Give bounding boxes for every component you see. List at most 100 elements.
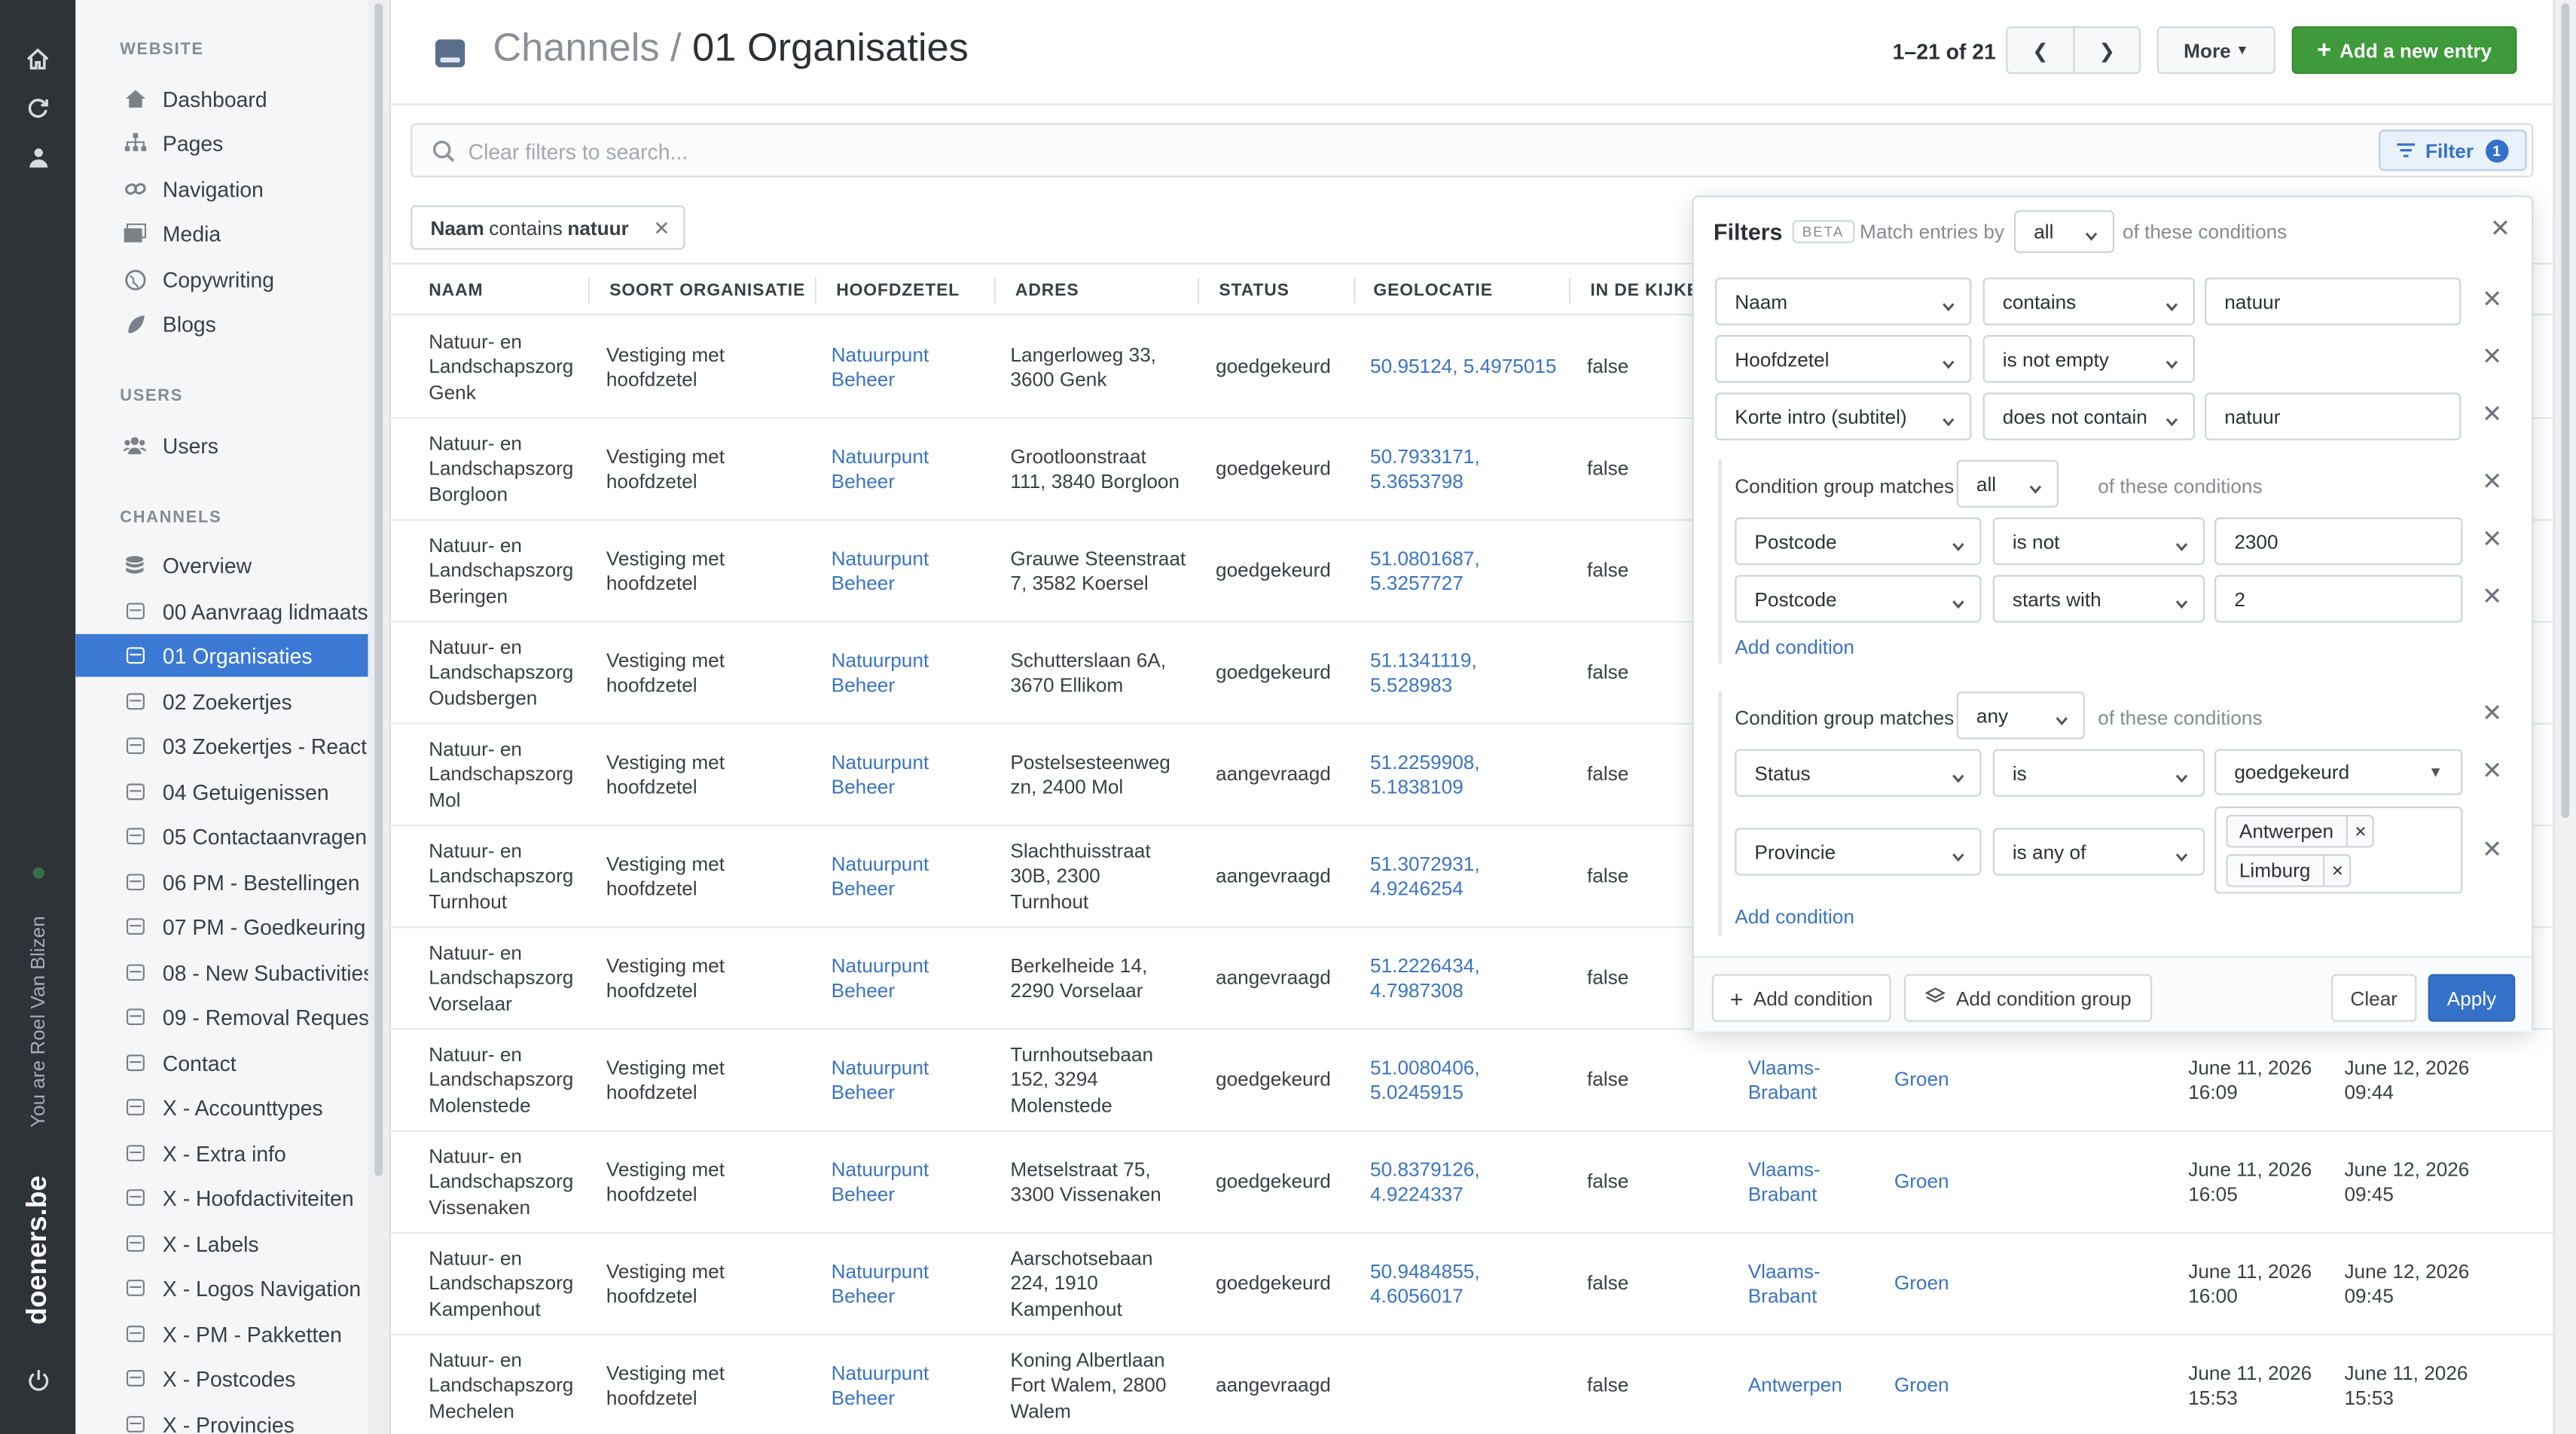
add-condition-group-button[interactable]: Add condition group: [1903, 974, 2153, 1022]
provincie-multiselect[interactable]: Antwerpen × Limburg ×: [2214, 806, 2463, 894]
condition-field-select[interactable]: Naam: [1715, 277, 1972, 325]
sidebar-item-channel[interactable]: 03 Zoekertjes - Reacti: [75, 725, 368, 767]
cell-provincie-link[interactable]: Vlaams- Brabant: [1748, 1055, 1821, 1106]
close-icon[interactable]: ✕: [2489, 217, 2512, 242]
cell-geolocatie-link[interactable]: 50.7933171, 5.3653798: [1370, 444, 1480, 496]
sidebar-item-channel[interactable]: 07 PM - Goedkeuring a: [75, 905, 368, 948]
cell-provincie-link[interactable]: Antwerpen: [1748, 1374, 1842, 1399]
condition-value-input[interactable]: 2: [2214, 575, 2463, 623]
search-bar[interactable]: Clear filters to search... Filter 1: [411, 123, 2534, 178]
condition-field-select[interactable]: Korte intro (subtitel): [1715, 392, 1972, 441]
sidebar-item-dashboard[interactable]: Dashboard: [75, 78, 368, 121]
condition-operator-select[interactable]: contains: [1982, 277, 2195, 325]
sidebar-item-channel[interactable]: 04 Getuigenissen: [75, 770, 368, 813]
col-status[interactable]: STATUS: [1219, 281, 1289, 301]
cell-provincie-link[interactable]: Vlaams- Brabant: [1748, 1259, 1821, 1310]
sidebar-item-channel[interactable]: 08 - New Subactivities: [75, 951, 368, 994]
sidebar-item-channel[interactable]: X - Extra info: [75, 1132, 368, 1175]
remove-filter-icon[interactable]: ✕: [654, 216, 670, 240]
sidebar-scrollbar[interactable]: [368, 0, 392, 1434]
remove-group-icon[interactable]: ✕: [2480, 470, 2504, 495]
cell-hoofdzetel-link[interactable]: Natuurpunt Beheer: [832, 852, 929, 903]
col-in-de-kijker[interactable]: IN DE KIJKE: [1590, 281, 1699, 301]
sidebar-item-channel[interactable]: X - Logos Navigation: [75, 1267, 368, 1310]
breadcrumb-channels[interactable]: Channels: [493, 26, 659, 71]
cell-sector-link[interactable]: Groen: [1894, 1374, 1949, 1399]
cell-hoofdzetel-link[interactable]: Natuurpunt Beheer: [832, 750, 929, 801]
sidebar-scrollbar-thumb[interactable]: [374, 3, 383, 1176]
cell-hoofdzetel-link[interactable]: Natuurpunt Beheer: [832, 444, 929, 496]
cell-geolocatie-link[interactable]: 50.8379126, 4.9224337: [1370, 1158, 1480, 1209]
remove-tag-icon[interactable]: ×: [2346, 816, 2373, 847]
sidebar-item-channel[interactable]: 09 - Removal Request: [75, 996, 368, 1039]
more-button[interactable]: More ▼: [2156, 26, 2275, 75]
cell-hoofdzetel-link[interactable]: Natuurpunt Beheer: [832, 648, 929, 699]
sidebar-item-channel[interactable]: X - Postcodes: [75, 1357, 368, 1400]
condition-operator-select[interactable]: is any of: [1992, 828, 2205, 876]
add-condition-link[interactable]: Add condition: [1735, 905, 1854, 929]
cell-hoofdzetel-link[interactable]: Natuurpunt Beheer: [832, 1055, 929, 1106]
add-condition-button[interactable]: + Add condition: [1711, 974, 1891, 1022]
table-row[interactable]: Natuur- en Landschapszorg Vissenaken Vest…: [391, 1132, 2553, 1234]
remove-condition-icon[interactable]: ✕: [2480, 584, 2504, 610]
home-icon[interactable]: [23, 44, 53, 74]
cell-geolocatie-link[interactable]: 50.95124, 5.4975015: [1370, 355, 1556, 381]
table-row[interactable]: Natuur- en Landschapszorg Kampenhout Vest…: [391, 1234, 2553, 1336]
sidebar-item-pages[interactable]: Pages: [75, 121, 368, 164]
refresh-icon[interactable]: [23, 93, 53, 123]
condition-field-select[interactable]: Postcode: [1735, 575, 1982, 623]
add-condition-link[interactable]: Add condition: [1735, 636, 1854, 659]
main-scrollbar[interactable]: [2553, 0, 2576, 1434]
condition-value-input[interactable]: natuur: [2205, 392, 2462, 441]
status-value-select[interactable]: goedgekeurd ▼: [2214, 749, 2463, 795]
condition-value-input[interactable]: 2300: [2214, 517, 2463, 566]
table-row[interactable]: Natuur- en Landschapszorg Molenstede Vest…: [391, 1030, 2553, 1132]
remove-condition-icon[interactable]: ✕: [2480, 838, 2504, 863]
sidebar-item-navigation[interactable]: Navigation: [75, 167, 368, 210]
remove-condition-icon[interactable]: ✕: [2480, 527, 2504, 552]
sidebar-item-channel[interactable]: 02 Zoekertjes: [75, 680, 368, 723]
remove-condition-icon[interactable]: ✕: [2480, 288, 2504, 313]
condition-operator-select[interactable]: is not empty: [1982, 334, 2195, 383]
filter-button[interactable]: Filter 1: [2379, 130, 2527, 171]
sidebar-item-blogs[interactable]: Blogs: [75, 302, 368, 345]
match-mode-select[interactable]: all: [2014, 210, 2115, 253]
sidebar-item-overview[interactable]: Overview: [75, 544, 368, 587]
condition-field-select[interactable]: Postcode: [1735, 517, 1982, 566]
sidebar-item-channel[interactable]: X - PM - Pakketten: [75, 1313, 368, 1356]
sidebar-item-channel[interactable]: X - Labels: [75, 1222, 368, 1265]
cell-provincie-link[interactable]: Vlaams- Brabant: [1748, 1158, 1821, 1209]
remove-condition-icon[interactable]: ✕: [2480, 402, 2504, 428]
col-hoofdzetel[interactable]: HOOFDZETEL: [836, 281, 960, 301]
remove-tag-icon[interactable]: ×: [2323, 856, 2350, 886]
apply-button[interactable]: Apply: [2428, 974, 2516, 1022]
condition-operator-select[interactable]: is: [1992, 749, 2205, 797]
sidebar-item-channel[interactable]: Contact: [75, 1042, 368, 1085]
main-scrollbar-thumb[interactable]: [2561, 3, 2570, 819]
sidebar-item-channel-active[interactable]: 01 Organisaties: [75, 633, 368, 677]
add-entry-button[interactable]: + Add a new entry: [2291, 26, 2517, 75]
col-naam[interactable]: NAAM: [429, 281, 483, 301]
cell-sector-link[interactable]: Groen: [1894, 1272, 1949, 1298]
sidebar-item-media[interactable]: Media: [75, 212, 368, 255]
group-match-select[interactable]: any: [1956, 691, 2085, 740]
cell-hoofdzetel-link[interactable]: Natuurpunt Beheer: [832, 343, 929, 394]
next-page-button[interactable]: ❯: [2073, 26, 2141, 75]
cell-geolocatie-link[interactable]: 51.2259908, 5.1838109: [1370, 750, 1480, 801]
team-icon[interactable]: [23, 143, 53, 172]
condition-value-input[interactable]: natuur: [2205, 277, 2462, 325]
cell-hoofdzetel-link[interactable]: Natuurpunt Beheer: [832, 546, 929, 597]
cell-geolocatie-link[interactable]: 51.2226434, 4.7987308: [1370, 953, 1480, 1005]
search-input[interactable]: Clear filters to search...: [469, 139, 688, 164]
cell-hoofdzetel-link[interactable]: Natuurpunt Beheer: [832, 1361, 929, 1412]
cell-geolocatie-link[interactable]: 51.0080406, 5.0245915: [1370, 1055, 1480, 1106]
cell-geolocatie-link[interactable]: 51.0801687, 5.3257727: [1370, 546, 1480, 597]
sidebar-item-channel[interactable]: X - Accounttypes: [75, 1086, 368, 1129]
cell-hoofdzetel-link[interactable]: Natuurpunt Beheer: [832, 953, 929, 1005]
sidebar-item-channel[interactable]: 06 PM - Bestellingen: [75, 861, 368, 904]
sidebar-item-users[interactable]: Users: [75, 424, 368, 467]
condition-field-select[interactable]: Provincie: [1735, 828, 1982, 876]
cell-geolocatie-link[interactable]: 50.9484855, 4.6056017: [1370, 1259, 1480, 1310]
clear-button[interactable]: Clear: [2331, 974, 2417, 1022]
sidebar-item-channel[interactable]: X - Hoofdactiviteiten: [75, 1176, 368, 1219]
